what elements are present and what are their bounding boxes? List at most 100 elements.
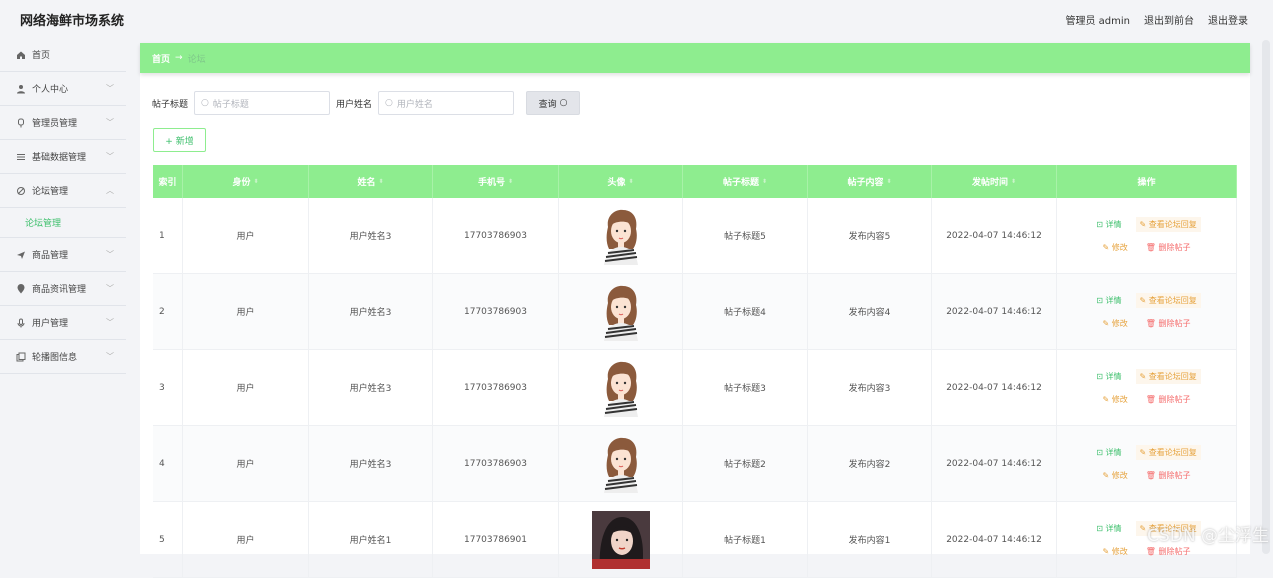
copy-icon	[16, 352, 26, 362]
cell-actions: ⊡ 详情 ✎ 查看论坛回复 ✎ 修改 🗑 删除帖子	[1057, 274, 1237, 349]
sidebar-item-forum[interactable]: 论坛管理 ︿	[0, 174, 126, 208]
chevron-down-icon: ﹀	[106, 317, 114, 328]
sidebar-subitem-forum-manage[interactable]: 论坛管理	[0, 208, 126, 238]
avatar	[598, 359, 644, 417]
detail-icon: ⊡	[1096, 372, 1105, 381]
cell-role: 用户	[183, 426, 309, 501]
detail-icon: ⊡	[1096, 220, 1105, 229]
edit-button[interactable]: ✎ 修改	[1099, 392, 1132, 407]
table-row: 5用户用户姓名117703786901帖子标题1发布内容12022-04-07 …	[153, 502, 1237, 578]
delete-button[interactable]: 🗑 删除帖子	[1142, 240, 1195, 255]
cell-avatar	[559, 350, 683, 425]
detail-button[interactable]: ⊡ 详情	[1092, 293, 1125, 308]
forum-table: 索引 身份⬍ 姓名⬍ 手机号⬍ 头像⬍ 帖子标题⬍ 帖子内容⬍ 发帖时间⬍ 操作…	[153, 165, 1237, 578]
detail-button[interactable]: ⊡ 详情	[1092, 521, 1125, 536]
sidebar-item-home[interactable]: 首页	[0, 38, 126, 72]
sort-icon[interactable]: ⬍	[886, 178, 891, 185]
edit-button[interactable]: ✎ 修改	[1099, 240, 1132, 255]
column-header-avatar[interactable]: 头像⬍	[559, 165, 683, 198]
column-header-name[interactable]: 姓名⬍	[309, 165, 433, 198]
sidebar-item-basic-data[interactable]: 基础数据管理 ﹀	[0, 140, 126, 174]
cell-phone: 17703786903	[433, 350, 559, 425]
edit-button[interactable]: ✎ 修改	[1099, 316, 1132, 331]
avatar	[592, 511, 650, 569]
sort-icon[interactable]: ⬍	[508, 178, 513, 185]
sidebar-item-label: 管理员管理	[32, 116, 77, 129]
username-search-input[interactable]: ○ 用户姓名	[378, 91, 514, 115]
column-header-title[interactable]: 帖子标题⬍	[683, 165, 808, 198]
sidebar-item-profile[interactable]: 个人中心 ﹀	[0, 72, 126, 106]
cell-name: 用户姓名1	[309, 502, 433, 577]
cell-phone: 17703786901	[433, 502, 559, 577]
column-header-time[interactable]: 发帖时间⬍	[932, 165, 1057, 198]
edit-icon: ✎	[1140, 372, 1149, 381]
sidebar-item-carousel[interactable]: 轮播图信息 ﹀	[0, 340, 126, 374]
cell-avatar	[559, 274, 683, 349]
cell-content: 发布内容5	[808, 198, 932, 273]
view-replies-button[interactable]: ✎ 查看论坛回复	[1136, 445, 1201, 460]
vertical-scrollbar[interactable]	[1262, 40, 1270, 554]
sort-icon[interactable]: ⬍	[762, 178, 767, 185]
cell-actions: ⊡ 详情 ✎ 查看论坛回复 ✎ 修改 🗑 删除帖子	[1057, 198, 1237, 273]
delete-button[interactable]: 🗑 删除帖子	[1142, 392, 1195, 407]
column-header-content[interactable]: 帖子内容⬍	[808, 165, 932, 198]
breadcrumb-home[interactable]: 首页	[152, 52, 170, 65]
column-header-index: 索引	[153, 165, 183, 198]
detail-icon: ⊡	[1096, 296, 1105, 305]
sidebar-item-label: 论坛管理	[32, 184, 68, 197]
sort-icon[interactable]: ⬍	[1011, 178, 1016, 185]
watermark: CSDN @尘浮生	[1147, 521, 1269, 546]
sidebar-item-users[interactable]: 用户管理 ﹀	[0, 306, 126, 340]
sidebar-item-label: 基础数据管理	[32, 150, 86, 163]
column-header-actions: 操作	[1057, 165, 1237, 198]
edit-button[interactable]: ✎ 修改	[1099, 544, 1132, 559]
cell-name: 用户姓名3	[309, 198, 433, 273]
username-search-label: 用户姓名	[336, 97, 372, 110]
sort-icon[interactable]: ⬍	[253, 178, 258, 185]
delete-button[interactable]: 🗑 删除帖子	[1142, 468, 1195, 483]
cell-time: 2022-04-07 14:46:12	[932, 426, 1057, 501]
table-row: 2用户用户姓名317703786903帖子标题4发布内容42022-04-07 …	[153, 274, 1237, 350]
sort-icon[interactable]: ⬍	[378, 178, 383, 185]
plane-icon	[16, 250, 26, 260]
avatar	[598, 435, 644, 493]
title-search-input[interactable]: ○ 帖子标题	[194, 91, 330, 115]
view-replies-button[interactable]: ✎ 查看论坛回复	[1136, 217, 1201, 232]
edit-icon: ✎	[1103, 319, 1112, 328]
table-body: 1用户用户姓名317703786903帖子标题5发布内容52022-04-07 …	[153, 198, 1237, 578]
sort-icon[interactable]: ⬍	[628, 178, 633, 185]
detail-button[interactable]: ⊡ 详情	[1092, 369, 1125, 384]
cell-phone: 17703786903	[433, 274, 559, 349]
search-button[interactable]: 查询 ○	[526, 91, 580, 115]
cell-name: 用户姓名3	[309, 426, 433, 501]
exit-to-front-link[interactable]: 退出到前台	[1144, 12, 1194, 27]
delete-button[interactable]: 🗑 删除帖子	[1142, 316, 1195, 331]
trash-icon: 🗑	[1146, 471, 1159, 480]
cell-index: 1	[153, 198, 183, 273]
logout-link[interactable]: 退出登录	[1208, 12, 1248, 27]
cell-time: 2022-04-07 14:46:12	[932, 198, 1057, 273]
sidebar-item-products[interactable]: 商品管理 ﹀	[0, 238, 126, 272]
column-header-phone[interactable]: 手机号⬍	[433, 165, 559, 198]
pin-icon	[16, 284, 26, 294]
admin-icon	[16, 118, 26, 128]
cell-actions: ⊡ 详情 ✎ 查看论坛回复 ✎ 修改 🗑 删除帖子	[1057, 350, 1237, 425]
chevron-down-icon: ﹀	[106, 151, 114, 162]
sidebar-item-label: 首页	[32, 48, 50, 61]
view-replies-button[interactable]: ✎ 查看论坛回复	[1136, 369, 1201, 384]
view-replies-button[interactable]: ✎ 查看论坛回复	[1136, 293, 1201, 308]
detail-button[interactable]: ⊡ 详情	[1092, 445, 1125, 460]
cell-name: 用户姓名3	[309, 350, 433, 425]
edit-button[interactable]: ✎ 修改	[1099, 468, 1132, 483]
column-header-role[interactable]: 身份⬍	[183, 165, 309, 198]
cell-content: 发布内容4	[808, 274, 932, 349]
mic-icon	[16, 318, 26, 328]
detail-button[interactable]: ⊡ 详情	[1092, 217, 1125, 232]
sidebar-item-label: 商品资讯管理	[32, 282, 86, 295]
forum-icon	[16, 186, 26, 196]
sidebar-item-admins[interactable]: 管理员管理 ﹀	[0, 106, 126, 140]
current-user: 管理员 admin	[1065, 12, 1130, 27]
add-button[interactable]: + 新增	[153, 128, 206, 152]
edit-icon: ✎	[1140, 296, 1149, 305]
sidebar-item-product-news[interactable]: 商品资讯管理 ﹀	[0, 272, 126, 306]
